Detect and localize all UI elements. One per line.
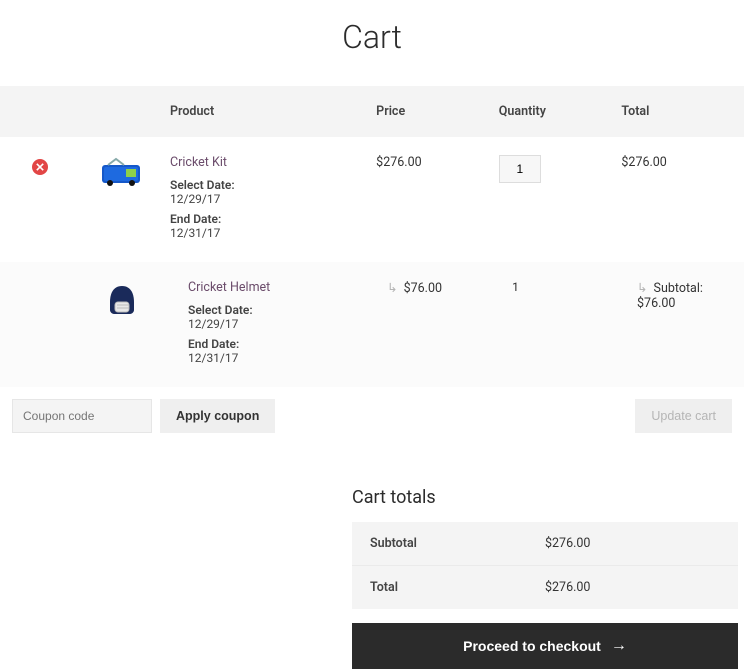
- header-price: Price: [376, 104, 499, 119]
- product-name-link[interactable]: Cricket Helmet: [188, 280, 359, 295]
- header-total: Total: [621, 104, 744, 119]
- end-date-label: End Date:: [170, 212, 366, 226]
- header-product: Product: [170, 104, 376, 119]
- quantity-input[interactable]: [499, 155, 541, 183]
- end-date-value: 12/31/17: [188, 351, 359, 365]
- coupon-code-input[interactable]: [12, 399, 152, 433]
- sub-item-arrow-icon: ↳: [637, 281, 647, 296]
- product-thumbnail: [102, 280, 142, 320]
- item-quantity: 1: [494, 280, 619, 294]
- cart-actions-row: Apply coupon Update cart: [0, 387, 744, 445]
- item-total: $276.00: [621, 155, 744, 170]
- cart-totals: Cart totals Subtotal $276.00 Total $276.…: [352, 487, 744, 669]
- proceed-to-checkout-button[interactable]: Proceed to checkout →: [352, 623, 738, 669]
- item-subtotal: ↳Subtotal: $76.00: [619, 280, 744, 311]
- sub-item-arrow-icon: ↳: [387, 281, 397, 296]
- product-name-link[interactable]: Cricket Kit: [170, 155, 366, 170]
- select-date-value: 12/29/17: [188, 317, 359, 331]
- total-label: Total: [370, 580, 545, 595]
- cart-header-row: Product Price Quantity Total: [0, 86, 744, 137]
- cart-row: Cricket Kit Select Date: 12/29/17 End Da…: [0, 137, 744, 262]
- update-cart-button[interactable]: Update cart: [635, 399, 732, 433]
- select-date-value: 12/29/17: [170, 192, 366, 206]
- select-date-label: Select Date:: [188, 303, 359, 317]
- header-quantity: Quantity: [499, 104, 622, 119]
- apply-coupon-button[interactable]: Apply coupon: [160, 399, 275, 433]
- remove-item-button[interactable]: [32, 159, 48, 175]
- cart-row: Cricket Helmet Select Date: 12/29/17 End…: [0, 262, 744, 387]
- page-title: Cart: [0, 0, 744, 86]
- total-value: $276.00: [545, 580, 720, 595]
- subtotal-value: $276.00: [545, 536, 720, 551]
- arrow-right-icon: →: [611, 637, 627, 655]
- subtotal-label: Subtotal: [370, 536, 545, 551]
- close-icon: [36, 163, 44, 171]
- item-price: $276.00: [376, 155, 499, 170]
- product-thumbnail: [98, 155, 144, 189]
- end-date-label: End Date:: [188, 337, 359, 351]
- cart-totals-heading: Cart totals: [352, 487, 738, 508]
- item-price: ↳$76.00: [369, 280, 494, 296]
- end-date-value: 12/31/17: [170, 226, 366, 240]
- select-date-label: Select Date:: [170, 178, 366, 192]
- cart-table: Product Price Quantity Total: [0, 86, 744, 445]
